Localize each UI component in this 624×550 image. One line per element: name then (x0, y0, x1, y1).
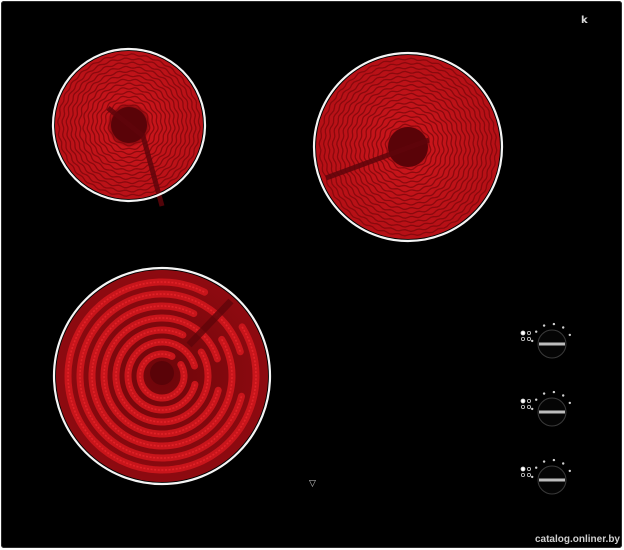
knob-tick (531, 475, 534, 479)
knob-pointer (539, 410, 565, 414)
front-left-zone (52, 266, 272, 486)
knob-tick (552, 322, 556, 326)
knob-tick (542, 324, 546, 327)
knob-tick (552, 390, 556, 394)
knob-rear-right-zone[interactable] (520, 384, 580, 434)
knob-pointer (539, 478, 565, 482)
rear-left-zone (51, 47, 207, 207)
brand-logo: k (581, 15, 588, 26)
watermark: catalog.onliner.by (534, 534, 620, 545)
knob-tick (562, 462, 565, 465)
zone-indicator-icon (520, 330, 532, 341)
knob-tick (542, 460, 546, 463)
knob-pointer (539, 342, 565, 346)
knob-tick (535, 330, 538, 333)
cooktop-center-logo: ▽ (309, 479, 316, 489)
rear-right-zone (312, 51, 504, 243)
knob-rear-left-zone[interactable] (520, 316, 580, 366)
product-photo: k ▽ catalog.onliner.by (0, 0, 624, 550)
knob-tick (568, 333, 571, 337)
knob-tick (531, 339, 534, 343)
knob-tick (552, 458, 556, 462)
knob-tick (531, 407, 534, 411)
knob-tick (542, 392, 546, 395)
zone-indicator-icon (520, 398, 532, 409)
knob-tick (568, 469, 571, 473)
knob-tick (562, 326, 565, 329)
zone-indicator-icon (520, 466, 532, 477)
knob-tick (562, 394, 565, 397)
knob-front-left-zone[interactable] (520, 452, 580, 502)
knob-tick (535, 466, 538, 469)
knob-tick (568, 401, 571, 405)
knob-tick (535, 398, 538, 401)
